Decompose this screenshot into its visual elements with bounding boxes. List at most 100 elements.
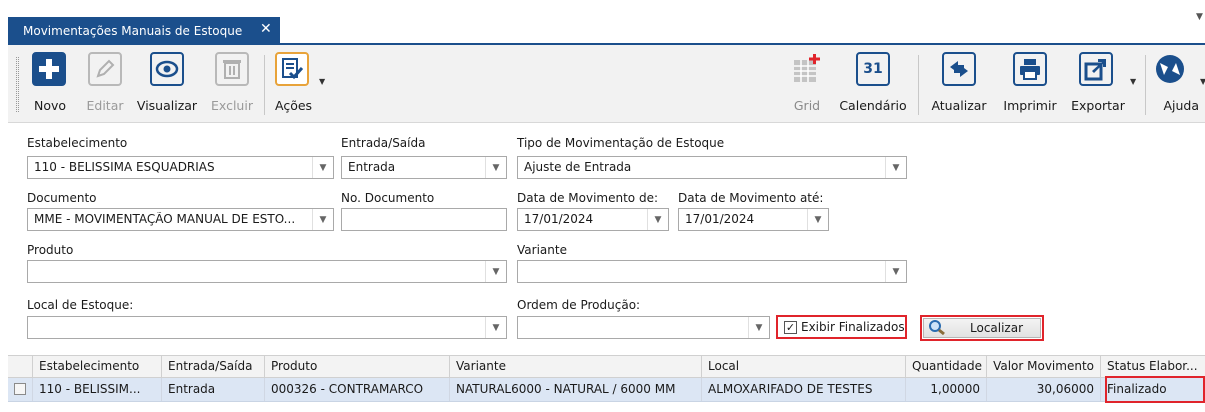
calendar-day: 31 [863,61,883,77]
row-select[interactable] [8,378,33,401]
acoes-dropdown-icon[interactable]: ▼ [319,77,325,86]
documento-label: Documento [27,191,97,205]
cell-quantidade: 1,00000 [906,378,987,401]
cell-entrada-saida: Entrada [162,378,265,401]
col-produto[interactable]: Produto [265,356,450,377]
col-quantidade[interactable]: Quantidade [906,356,987,377]
acoes-label: Ações [275,98,313,113]
calendario-label: Calendário [839,98,907,113]
data-de-picker[interactable]: 17/01/2024 ▼ [517,208,669,231]
cell-variante: NATURAL6000 - NATURAL / 6000 MM [450,378,702,401]
documento-value: MME - MOVIMENTAÇÃO MANUAL DE ESTO... [34,212,296,226]
col-entrada-saida[interactable]: Entrada/Saída [162,356,265,377]
estabelecimento-value: 110 - BELISSIMA ESQUADRIAS [34,160,215,174]
data-de-value: 17/01/2024 [524,212,594,226]
editar-label: Editar [86,98,124,113]
toolbar-separator [264,55,265,115]
toolbar-separator [918,55,919,115]
grid-header: Estabelecimento Entrada/Saída Produto Va… [8,355,1205,378]
toolbar: Novo Editar Visualizar Excluir Ações ▼ G… [8,45,1205,123]
estabelecimento-label: Estabelecimento [27,136,128,150]
row-checkbox[interactable] [14,383,26,395]
search-icon [928,319,946,338]
cell-produto: 000326 - CONTRAMARCO [265,378,450,401]
excluir-label: Excluir [211,98,253,113]
status-highlight [1105,376,1205,403]
cell-estabelecimento: 110 - BELISSIM... [33,378,162,401]
tab-movimentacoes[interactable]: Movimentações Manuais de Estoque ✕ [8,17,280,44]
data-ate-label: Data de Movimento até: [678,191,824,205]
tab-strip: Movimentações Manuais de Estoque ✕ ▼ [0,0,1205,45]
chevron-down-icon[interactable]: ▼ [485,157,506,178]
atualizar-label: Atualizar [931,98,987,113]
entrada-saida-value: Entrada [348,160,396,174]
variante-select[interactable]: ▼ [517,260,907,283]
exibir-finalizados-label: Exibir Finalizados [801,320,905,334]
results-grid: Estabelecimento Entrada/Saída Produto Va… [8,351,1205,412]
localizar-label: Localizar [970,321,1024,335]
tipo-mov-label: Tipo de Movimentação de Estoque [517,136,725,150]
exportar-label: Exportar [1071,98,1125,113]
local-label: Local de Estoque: [27,298,134,312]
eye-icon [150,52,184,86]
estabelecimento-select[interactable]: 110 - BELISSIMA ESQUADRIAS ▼ [27,156,334,179]
tipo-mov-value: Ajuste de Entrada [524,160,632,174]
chevron-down-icon[interactable]: ▼ [485,317,506,338]
ordem-label: Ordem de Produção: [517,298,641,312]
grid-label: Grid [793,98,821,113]
toolbar-grip[interactable] [16,57,19,112]
toolbar-separator [1145,55,1146,115]
tab-title: Movimentações Manuais de Estoque [23,23,243,38]
local-select[interactable]: ▼ [27,316,507,339]
check-icon[interactable]: ✓ [784,320,797,334]
col-status[interactable]: Status Elabor... [1101,356,1205,377]
chevron-down-icon[interactable]: ▼ [807,209,828,230]
exibir-finalizados-checkbox[interactable]: ✓ Exibir Finalizados [776,315,907,339]
ordem-select[interactable]: ▼ [517,316,770,339]
help-icon [1153,52,1187,86]
imprimir-label: Imprimir [1003,98,1057,113]
table-row[interactable]: 110 - BELISSIM... Entrada 000326 - CONTR… [8,378,1205,402]
chevron-down-icon[interactable]: ▼ [312,157,333,178]
ajuda-dropdown-icon[interactable]: ▼ [1200,77,1205,86]
localizar-highlight: Localizar [920,315,1044,341]
entrada-saida-select[interactable]: Entrada ▼ [341,156,507,179]
produto-select[interactable]: ▼ [27,260,507,283]
chevron-down-icon[interactable]: ▼ [647,209,668,230]
localizar-button[interactable]: Localizar [923,318,1041,338]
tipo-mov-select[interactable]: Ajuste de Entrada ▼ [517,156,907,179]
data-ate-value: 17/01/2024 [685,212,755,226]
col-estabelecimento[interactable]: Estabelecimento [33,356,162,377]
chevron-down-icon[interactable]: ▼ [885,261,906,282]
calendar-icon: 31 [856,52,890,86]
visualizar-label: Visualizar [136,98,198,113]
no-documento-label: No. Documento [341,191,435,205]
chevron-down-icon[interactable]: ▼ [485,261,506,282]
col-local[interactable]: Local [702,356,906,377]
documento-select[interactable]: MME - MOVIMENTAÇÃO MANUAL DE ESTO... ▼ [27,208,334,231]
col-valor-movimento[interactable]: Valor Movimento [987,356,1101,377]
close-icon[interactable]: ✕ [260,21,272,37]
produto-label: Produto [27,243,74,257]
cell-local: ALMOXARIFADO DE TESTES [702,378,906,401]
cell-valor-movimento: 30,06000 [987,378,1101,401]
data-ate-picker[interactable]: 17/01/2024 ▼ [678,208,829,231]
grid-icon [789,52,823,86]
novo-label: Novo [33,98,67,113]
col-variante[interactable]: Variante [450,356,702,377]
chevron-down-icon[interactable]: ▼ [312,209,333,230]
trash-icon [215,52,249,86]
chevron-down-icon[interactable]: ▼ [1196,12,1203,22]
ajuda-label: Ajuda [1163,98,1199,113]
export-icon [1079,52,1113,86]
no-documento-input[interactable] [341,208,507,231]
checklist-icon [275,52,309,86]
refresh-icon [942,52,976,86]
exportar-dropdown-icon[interactable]: ▼ [1130,77,1136,86]
grid-header-select[interactable] [8,356,33,377]
chevron-down-icon[interactable]: ▼ [885,157,906,178]
entrada-saida-label: Entrada/Saída [341,136,426,150]
data-de-label: Data de Movimento de: [517,191,658,205]
plus-icon [32,52,66,86]
chevron-down-icon[interactable]: ▼ [748,317,769,338]
